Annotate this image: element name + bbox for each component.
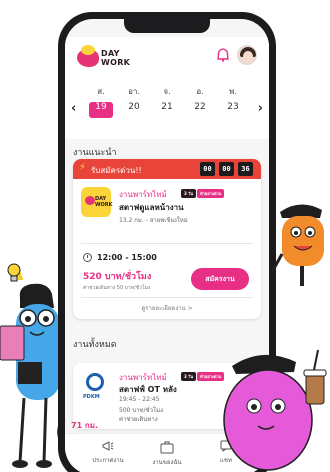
app-logo[interactable]: DAY WORK xyxy=(77,43,137,71)
date-number: 19 xyxy=(89,102,113,118)
shift-time: 12:00 - 15:00 xyxy=(97,253,157,262)
profile-avatar[interactable] xyxy=(237,45,257,65)
nav-label: ประกาศงาน xyxy=(92,457,124,464)
nav-item-my-jobs[interactable]: งานของฉัน xyxy=(142,440,192,467)
lightbulb-icon xyxy=(7,263,21,282)
urgent-label: รับสมัครด่วน!! xyxy=(91,166,142,175)
phone-notch xyxy=(124,19,210,33)
shift-time: 19:45 - 22:45 xyxy=(119,396,160,403)
nav-item-announce[interactable]: ประกาศงาน xyxy=(83,440,133,465)
company-logo: PDKM xyxy=(81,373,109,403)
app-header: DAY WORK xyxy=(65,37,269,77)
card-divider xyxy=(81,243,253,244)
recommended-job-card[interactable]: ⚡ รับสมัครด่วน!! 00 00 36 DAY WORK งานพาร… xyxy=(73,159,261,319)
company-logo: DAY WORK xyxy=(81,187,113,217)
timer-seconds: 36 xyxy=(238,162,253,176)
date-dow: อา. xyxy=(128,87,140,96)
date-dow: พ. xyxy=(229,87,237,96)
date-dow: ส. xyxy=(97,87,105,96)
wage-rate: 520 บาท/ชั่วโมง xyxy=(83,272,152,282)
date-number: 22 xyxy=(194,102,206,112)
distance-label: 71 กม. xyxy=(71,421,99,430)
urgent-banner: ⚡ รับสมัครด่วน!! 00 00 36 xyxy=(73,159,261,179)
timer-hours: 00 xyxy=(200,162,215,176)
job-type: งานพาร์ทไทม์ xyxy=(119,190,167,199)
megaphone-icon xyxy=(102,441,114,451)
chevron-left-icon[interactable]: ‹ xyxy=(71,101,76,116)
logo-text-day: DAY xyxy=(101,49,120,58)
lightning-icon: ⚡ xyxy=(79,162,87,173)
date-number: 21 xyxy=(161,102,173,112)
all-jobs-section-title: งานทั้งหมด xyxy=(73,340,117,350)
apply-button[interactable]: สมัครงาน xyxy=(191,268,249,290)
card-divider xyxy=(81,297,253,298)
date-item-21[interactable]: จ. 21 xyxy=(155,85,179,118)
logo-text-work: WORK xyxy=(101,58,131,67)
date-item-20[interactable]: อา. 20 xyxy=(122,85,146,118)
date-item-19[interactable]: ส. 19 xyxy=(89,85,113,118)
orange-mascot xyxy=(272,204,324,286)
nav-label: งานของฉัน xyxy=(152,459,182,466)
job-title: สตาฟฟ์ OT หลัง xyxy=(119,385,177,394)
date-number: 20 xyxy=(128,102,140,112)
bell-icon[interactable] xyxy=(215,47,231,63)
date-number: 23 xyxy=(227,102,239,112)
duration-badge: 3 วัน xyxy=(181,189,197,198)
chevron-right-icon[interactable]: › xyxy=(258,101,263,116)
pink-mascot xyxy=(223,349,327,471)
date-item-23[interactable]: พ. 23 xyxy=(221,85,245,118)
date-item-22[interactable]: อ. 22 xyxy=(188,85,212,118)
recommended-section-title: งานแนะนำ xyxy=(73,148,117,158)
date-dow: อ. xyxy=(196,87,204,96)
company-logo-text: PDKM xyxy=(83,394,100,400)
date-picker: ‹ ส. 19 อา. 20 จ. 21 อ. 22 พ. 23 › xyxy=(65,77,269,139)
view-details-link[interactable]: ดูรายละเอียดงาน > xyxy=(73,303,261,313)
hiring-badge: ทำอย่างด่วน xyxy=(197,189,225,198)
travel-allowance: ค่าช่วยเดินทาง xyxy=(119,416,158,423)
travel-allowance: ค่าช่วยเดินทาง 50 บาท/ชั่วโมง xyxy=(83,285,151,291)
promo-stage: DAY WORK ‹ ส. 19 อา. 20 จ. 21 อ. 22 พ. 2… xyxy=(0,0,330,472)
duration-badge: 3 วัน xyxy=(181,372,197,381)
briefcase-icon xyxy=(160,441,174,454)
date-dow: จ. xyxy=(163,87,171,96)
job-location: 13.2 กม. - สายพเชียงใหม่ xyxy=(119,217,188,224)
job-title: สตาฟดูแลหน้างาน xyxy=(119,203,184,212)
clock-icon xyxy=(83,253,92,262)
timer-minutes: 00 xyxy=(219,162,234,176)
